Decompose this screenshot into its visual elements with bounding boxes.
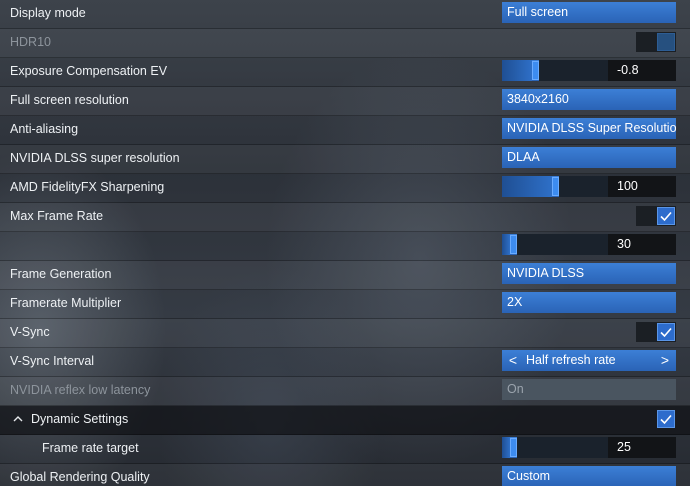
global-rendering-quality-label: Global Rendering Quality: [10, 470, 150, 484]
max-frame-rate-slider[interactable]: [502, 234, 608, 255]
hdr10-label: HDR10: [10, 35, 51, 49]
frame-generation-label: Frame Generation: [10, 267, 112, 281]
global-rendering-quality-dropdown[interactable]: Custom: [502, 466, 676, 486]
row-dlss-super-resolution: NVIDIA DLSS super resolution DLAA: [0, 145, 690, 174]
row-vsync: V-Sync: [0, 319, 690, 348]
frame-rate-target-slider[interactable]: [502, 437, 608, 458]
row-anti-aliasing: Anti-aliasing NVIDIA DLSS Super Resoluti…: [0, 116, 690, 145]
row-vsync-interval: V-Sync Interval < Half refresh rate >: [0, 348, 690, 377]
vsync-label: V-Sync: [10, 325, 50, 339]
checkmark-icon: [660, 211, 672, 222]
vsync-checkbox[interactable]: [636, 322, 676, 342]
chevron-up-icon[interactable]: [12, 413, 24, 425]
frame-rate-target-slider-fill: [502, 437, 510, 458]
exposure-slider-fill: [502, 60, 532, 81]
exposure-slider-thumb[interactable]: [532, 61, 539, 80]
max-frame-rate-slider-fill: [502, 234, 510, 255]
resolution-label: Full screen resolution: [10, 93, 129, 107]
row-framerate-multiplier: Framerate Multiplier 2X: [0, 290, 690, 319]
row-max-frame-rate-value: 30: [0, 232, 690, 261]
row-reflex: NVIDIA reflex low latency On: [0, 377, 690, 406]
row-max-frame-rate: Max Frame Rate: [0, 203, 690, 232]
row-exposure: Exposure Compensation EV -0.8: [0, 58, 690, 87]
row-display-mode: Display mode Full screen: [0, 0, 690, 29]
amd-sharpening-value[interactable]: 100: [608, 176, 676, 197]
max-frame-rate-slider-track: [517, 234, 608, 255]
hdr10-checkbox[interactable]: [636, 32, 676, 52]
vsync-interval-selector[interactable]: < Half refresh rate >: [502, 350, 676, 371]
amd-sharpening-slider-thumb[interactable]: [552, 177, 559, 196]
resolution-dropdown[interactable]: 3840x2160: [502, 89, 676, 110]
hdr10-checkbox-box: [657, 33, 675, 51]
vsync-interval-label: V-Sync Interval: [10, 354, 95, 368]
framerate-multiplier-dropdown[interactable]: 2X: [502, 292, 676, 313]
dlss-super-resolution-label: NVIDIA DLSS super resolution: [10, 151, 180, 165]
row-global-rendering-quality: Global Rendering Quality Custom: [0, 464, 690, 486]
frame-generation-dropdown[interactable]: NVIDIA DLSS: [502, 263, 676, 284]
row-hdr10: HDR10: [0, 29, 690, 58]
row-resolution: Full screen resolution 3840x2160: [0, 87, 690, 116]
amd-sharpening-slider[interactable]: [502, 176, 608, 197]
max-frame-rate-checkbox[interactable]: [636, 206, 676, 226]
amd-sharpening-slider-track: [559, 176, 608, 197]
dynamic-settings-checkbox[interactable]: [656, 409, 676, 429]
dynamic-settings-checkbox-box: [657, 410, 675, 428]
exposure-label: Exposure Compensation EV: [10, 64, 168, 78]
checkmark-icon: [660, 414, 672, 425]
vsync-checkbox-box: [657, 323, 675, 341]
vsync-interval-value: Half refresh rate: [526, 353, 616, 367]
section-dynamic-settings[interactable]: Dynamic Settings: [0, 406, 690, 435]
frame-rate-target-slider-thumb[interactable]: [510, 438, 517, 457]
reflex-dropdown: On: [502, 379, 676, 400]
amd-sharpening-slider-fill: [502, 176, 552, 197]
max-frame-rate-label: Max Frame Rate: [10, 209, 104, 223]
exposure-slider[interactable]: [502, 60, 608, 81]
amd-sharpening-label: AMD FidelityFX Sharpening: [10, 180, 165, 194]
framerate-multiplier-label: Framerate Multiplier: [10, 296, 122, 310]
dynamic-settings-label: Dynamic Settings: [31, 412, 129, 426]
display-mode-label: Display mode: [10, 6, 86, 20]
max-frame-rate-value[interactable]: 30: [608, 234, 676, 255]
dlss-super-resolution-dropdown[interactable]: DLAA: [502, 147, 676, 168]
frame-rate-target-slider-track: [517, 437, 608, 458]
chevron-left-icon[interactable]: <: [505, 350, 521, 371]
display-mode-dropdown[interactable]: Full screen: [502, 2, 676, 23]
graphics-settings-list: Display mode Full screen HDR10 Exposure …: [0, 0, 690, 486]
max-frame-rate-checkbox-box: [657, 207, 675, 225]
chevron-right-icon[interactable]: >: [657, 350, 673, 371]
anti-aliasing-label: Anti-aliasing: [10, 122, 79, 136]
frame-rate-target-label: Frame rate target: [42, 441, 139, 455]
exposure-value[interactable]: -0.8: [608, 60, 676, 81]
row-amd-sharpening: AMD FidelityFX Sharpening 100: [0, 174, 690, 203]
max-frame-rate-slider-thumb[interactable]: [510, 235, 517, 254]
row-frame-rate-target: Frame rate target 25: [0, 435, 690, 464]
row-frame-generation: Frame Generation NVIDIA DLSS: [0, 261, 690, 290]
exposure-slider-track: [539, 60, 608, 81]
anti-aliasing-dropdown[interactable]: NVIDIA DLSS Super Resolution: [502, 118, 676, 139]
checkmark-icon: [660, 327, 672, 338]
reflex-label: NVIDIA reflex low latency: [10, 383, 151, 397]
frame-rate-target-value[interactable]: 25: [608, 437, 676, 458]
